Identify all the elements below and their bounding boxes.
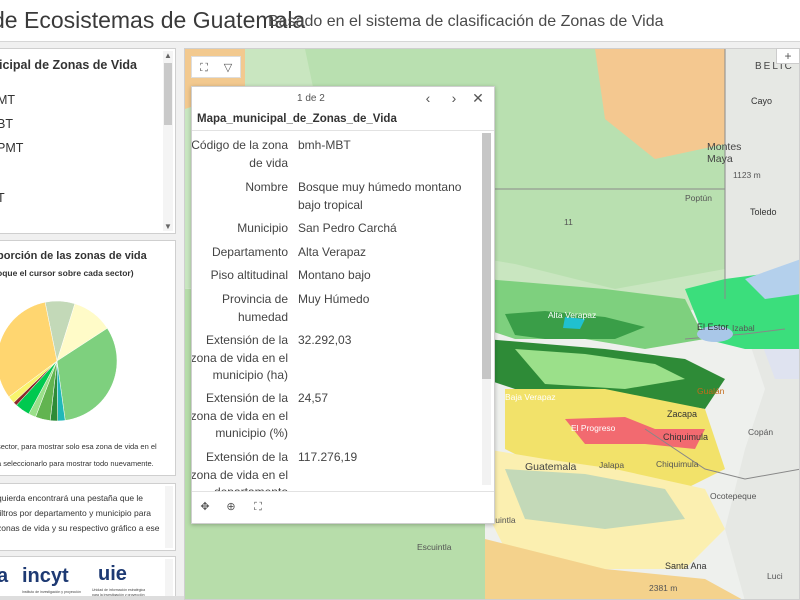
field-value: 117.276,19 [298,450,358,464]
horizontal-scrollbar[interactable] [0,596,184,600]
field-label: Extensión de la zona de vida en el munic… [191,333,288,382]
map-label-alta-verapaz: Alta Verapaz [548,310,597,320]
pan-icon[interactable]: ✥ [197,499,213,515]
previous-feature-icon[interactable]: ‹ [420,89,436,107]
popup-footer: ✥ ⊕ ⛶ [192,491,494,523]
map-label-zacapa: Zacapa [667,409,698,419]
scroll-thumb[interactable] [482,133,491,379]
logo-incyt-caption: Instituto de investigación y proyección [22,590,81,594]
divider [192,130,494,131]
map-label-elevation: 1123 m [733,170,761,180]
map-label-escuintla: Escuintla [417,542,452,552]
scroll-down-icon[interactable]: ▼ [163,222,173,231]
map-label-lucia: Luci [767,571,783,581]
select-tool-icon[interactable]: ⛶ [196,60,212,76]
logos-scrollbar[interactable] [165,559,173,597]
field-value: Muy Húmedo [298,292,370,306]
pie-chart[interactable] [0,241,176,441]
chevron-down-icon[interactable]: ▽ [220,60,236,76]
field-label: Código de la zona de vida [191,138,288,170]
field-label: Nombre [245,180,288,194]
logos-panel: a incyt Instituto de investigación y pro… [0,556,176,600]
scroll-up-icon[interactable]: ▲ [163,51,173,60]
map-label-baja-verapaz: Baja Verapaz [505,392,556,402]
list-item[interactable]: BT [0,117,13,131]
map-label-gualan: Gualán [697,386,725,396]
field-value: Alta Verapaz [298,245,367,259]
map-label-cayo: Cayo [751,96,773,106]
map-label-izabal: Izabal [732,323,755,333]
field-value: San Pedro Carchá [298,221,397,235]
info-text-line: quierda encontrará una pestaña que le [0,493,144,503]
popup-title: Mapa_municipal_de_Zonas_de_Vida [197,113,397,125]
zoom-to-icon[interactable]: ⊕ [223,499,239,515]
chart-note: sector, para mostrar solo esa zona de vi… [0,442,157,451]
field-label: Extensión de la zona de vida en el munic… [191,391,288,440]
map-label-copan: Copán [748,427,774,437]
field-value: Montano bajo [298,268,371,282]
field-value: 24,57 [298,391,329,405]
map-label-elevation: 2381 m [649,583,678,593]
map-label-toledo: Toledo [750,207,777,217]
field-label: Piso altitudinal [210,268,288,282]
logo-usac: a [0,565,8,588]
map-label-el-estor: El Estor [697,322,729,332]
list-panel-title: icipal de Zonas de Vida [0,58,138,72]
field-value: Bosque muy húmedo montano bajo tropical [298,180,462,212]
chart-note: a seleccionarlo para mostrar todo nuevam… [0,459,154,468]
list-item[interactable]: MT [0,93,15,107]
list-scrollbar[interactable]: ▲ ▼ [163,51,173,231]
map-label-guatemala: Guatemala [525,461,577,473]
logo-uie-caption: Unidad de información estratégica [92,588,146,592]
field-label: Departamento [211,245,288,259]
scroll-thumb[interactable] [164,63,172,125]
text-scrollbar[interactable] [165,486,173,548]
popup-scrollbar[interactable] [482,133,491,485]
field-label: Provincia de humedad [221,292,288,324]
map-label-jalapa: Jalapa [599,460,625,470]
map-label-poptun: Poptún [685,193,712,203]
pie-chart-panel: porción de las zonas de vida oque el cur… [0,240,176,476]
feature-popup: 1 de 2 ‹ › ✕ Mapa_municipal_de_Zonas_de_… [191,86,495,524]
app-title: de Ecosistemas de Guatemala [0,7,306,33]
map-label-highway: 11 [564,217,573,227]
next-feature-icon[interactable]: › [446,89,462,107]
info-text-panel: quierda encontrará una pestaña que le fi… [0,483,176,551]
close-icon[interactable]: ✕ [470,89,486,107]
popup-pager: 1 de 2 [297,93,325,104]
zoom-in-button[interactable]: + [776,48,800,64]
app-subtitle: Basado en el sistema de clasificación de… [268,13,664,30]
map-toolbar: ⛶ ▽ [191,56,241,78]
logo-uie: uie [98,563,127,585]
field-value: bmh-MBT [298,138,351,152]
app-header: de Ecosistemas de Guatemala Basado en el… [0,0,800,42]
info-text-line: zonas de vida y su respectivo gráfico a … [0,523,160,533]
info-text-line: filtros por departamento y municipio par… [0,508,152,518]
map-label-el-progreso: El Progreso [571,423,616,433]
logo-incyt: incyt [22,565,69,587]
map-label-montes-maya: Montes Maya [707,141,742,165]
map-label-chiquimula-dept: Chiquimula [656,459,699,469]
field-label: Municipio [237,221,288,235]
life-zone-list-panel: icipal de Zonas de Vida MT BT PMT T ▲ ▼ [0,48,176,234]
list-item[interactable]: T [0,191,5,205]
list-item[interactable]: PMT [0,141,23,155]
map-label-ocotepeque: Ocotepeque [710,491,757,501]
map-label-chiquimula: Chiquimula [663,432,709,442]
select-feature-icon[interactable]: ⛶ [250,499,266,515]
app-window: de Ecosistemas de Guatemala Basado en el… [0,0,800,600]
map-label-santa-ana: Santa Ana [665,561,707,571]
field-value: 32.292,03 [298,333,352,347]
